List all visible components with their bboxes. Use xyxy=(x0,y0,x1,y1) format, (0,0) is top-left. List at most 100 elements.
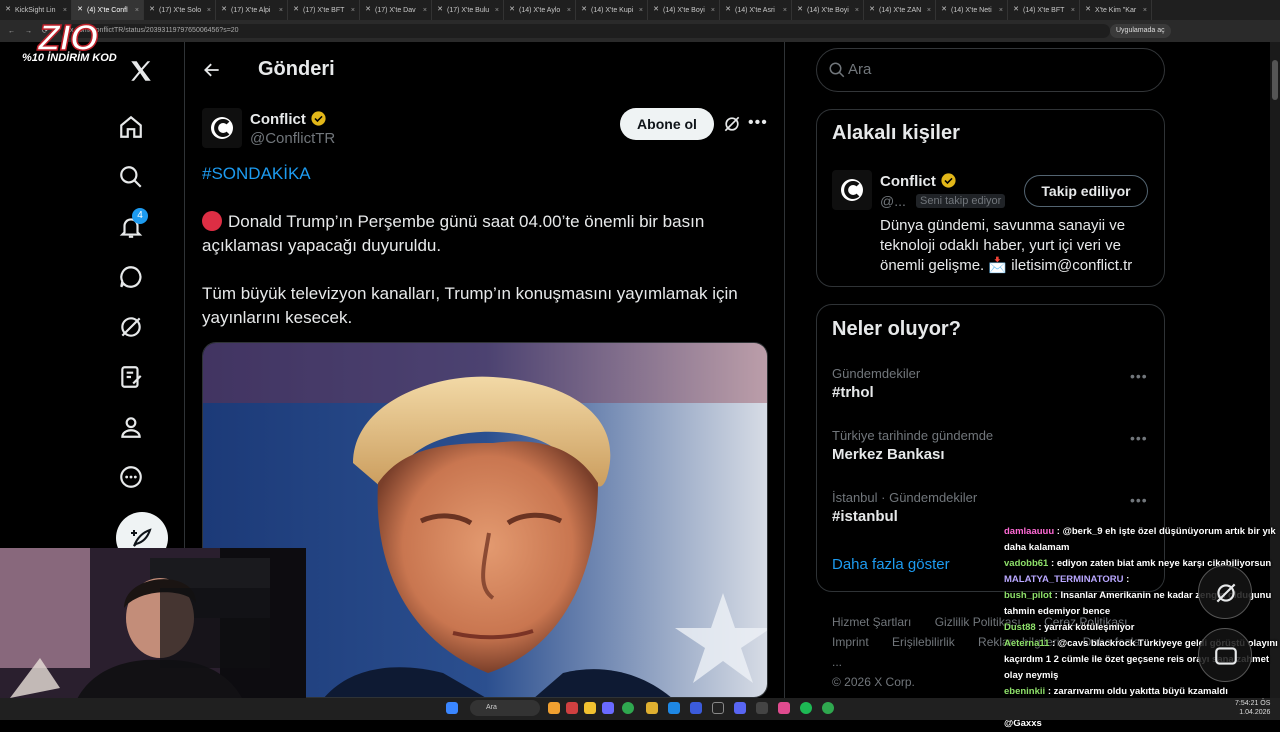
close-tab-icon[interactable]: × xyxy=(495,7,499,14)
close-tab-icon[interactable]: × xyxy=(855,7,859,14)
browser-tab[interactable]: ✕ (14) X'te Kupi × xyxy=(576,0,648,20)
taskbar-search[interactable]: Ara xyxy=(470,700,540,716)
taskbar-app-icon[interactable] xyxy=(584,702,596,714)
folder-icon[interactable] xyxy=(646,702,658,714)
trend-item[interactable]: Türkiye tarihinde gündemde Merkez Bankas… xyxy=(832,428,993,463)
taskbar-app-icon[interactable] xyxy=(756,702,768,714)
messages-icon[interactable] xyxy=(118,264,144,290)
more-circle-icon[interactable] xyxy=(118,464,144,490)
close-tab-icon[interactable]: × xyxy=(351,7,355,14)
trend-name[interactable]: #trhol xyxy=(832,384,920,401)
browser-tab[interactable]: ✕ (14) X'te Boyi × xyxy=(792,0,864,20)
taskbar-app-icon[interactable] xyxy=(712,702,724,714)
lists-icon[interactable] xyxy=(118,364,144,390)
chrome-icon[interactable] xyxy=(622,702,634,714)
trend-item[interactable]: İstanbul · Gündemdekiler #istanbul xyxy=(832,490,977,525)
close-tab-icon[interactable]: × xyxy=(423,7,427,14)
close-tab-icon[interactable]: × xyxy=(207,7,211,14)
taskbar-app-icon[interactable] xyxy=(778,702,790,714)
browser-tab[interactable]: ✕ (14) X'te ZAN × xyxy=(864,0,936,20)
x-favicon-icon: ✕ xyxy=(77,6,83,13)
discord-icon[interactable] xyxy=(734,702,746,714)
trend-name[interactable]: #istanbul xyxy=(832,508,977,525)
trend-item[interactable]: Gündemdekiler #trhol xyxy=(832,366,920,401)
author-name[interactable]: Conflict xyxy=(250,110,327,128)
trend-more-icon[interactable]: ••• xyxy=(1130,430,1148,446)
related-avatar[interactable] xyxy=(832,170,872,210)
back-arrow-icon[interactable] xyxy=(202,60,222,80)
close-tab-icon[interactable]: × xyxy=(711,7,715,14)
subscribe-button[interactable]: Abone ol xyxy=(620,108,714,140)
close-tab-icon[interactable]: × xyxy=(567,7,571,14)
close-tab-icon[interactable]: × xyxy=(1071,7,1075,14)
author-name-text[interactable]: Conflict xyxy=(250,111,306,128)
footer-link[interactable]: Erişilebilirlik xyxy=(892,635,955,649)
post-paragraph-1: Donald Trump’ın Perşembe günü saat 04.00… xyxy=(202,210,762,258)
taskbar-app-icon[interactable] xyxy=(566,702,578,714)
x-logo-icon[interactable] xyxy=(128,58,154,84)
grok-icon[interactable] xyxy=(118,314,144,340)
close-tab-icon[interactable]: × xyxy=(999,7,1003,14)
spotify-icon[interactable] xyxy=(800,702,812,714)
chat-username[interactable]: ebeninkii xyxy=(1004,686,1045,697)
page-title: Gönderi xyxy=(258,58,335,80)
related-handle[interactable]: @... xyxy=(880,193,906,209)
messages-float-button[interactable] xyxy=(1198,628,1252,682)
taskbar-app-icon[interactable] xyxy=(690,702,702,714)
trend-more-icon[interactable]: ••• xyxy=(1130,368,1148,384)
show-more-link[interactable]: Daha fazla göster xyxy=(832,556,950,573)
chat-username[interactable]: vadobb61 xyxy=(1004,558,1048,569)
search-nav-icon[interactable] xyxy=(118,164,144,190)
home-icon[interactable] xyxy=(118,114,144,140)
related-name[interactable]: Conflict xyxy=(880,172,957,190)
start-icon[interactable] xyxy=(446,702,458,714)
browser-tab[interactable]: ✕ (17) X'te Solo × xyxy=(144,0,216,20)
url-field[interactable]: x.com/ConflictTR/status/2039311979765006… xyxy=(60,24,1110,38)
browser-tab[interactable]: ✕ (14) X'te Asri × xyxy=(720,0,792,20)
post-paragraph-1-text: Donald Trump’ın Perşembe günü saat 04.00… xyxy=(202,212,705,255)
trend-name[interactable]: Merkez Bankası xyxy=(832,446,993,463)
footer-link[interactable]: Hizmet Şartları xyxy=(832,615,911,629)
close-tab-icon[interactable]: × xyxy=(279,7,283,14)
post-hashtag[interactable]: #SONDAKİKA xyxy=(202,164,311,184)
chat-username[interactable]: damlaauuu xyxy=(1004,526,1054,537)
scrollbar-thumb[interactable] xyxy=(1272,60,1278,100)
open-in-app-button[interactable]: Uygulamada aç xyxy=(1110,24,1171,38)
browser-tab[interactable]: ✕ (17) X'te Bulu × xyxy=(432,0,504,20)
grok-explain-icon[interactable] xyxy=(722,114,742,134)
post-more-icon[interactable]: ••• xyxy=(748,114,768,132)
close-tab-icon[interactable]: × xyxy=(927,7,931,14)
close-tab-icon[interactable]: × xyxy=(1143,7,1147,14)
chrome-icon[interactable] xyxy=(822,702,834,714)
close-tab-icon[interactable]: × xyxy=(135,7,139,14)
taskbar-app-icon[interactable] xyxy=(668,702,680,714)
footer-link[interactable]: Imprint xyxy=(832,635,869,649)
close-tab-icon[interactable]: × xyxy=(783,7,787,14)
browser-tab[interactable]: ✕ X'te Kim "Kar × xyxy=(1080,0,1152,20)
chat-username[interactable]: MALATYA_TERMINATORU xyxy=(1004,574,1123,585)
close-tab-icon[interactable]: × xyxy=(639,7,643,14)
profile-icon[interactable] xyxy=(118,414,144,440)
browser-tab[interactable]: ✕ (14) X'te Neti × xyxy=(936,0,1008,20)
browser-tab[interactable]: ✕ (14) X'te BFT × xyxy=(1008,0,1080,20)
grok-float-button[interactable] xyxy=(1198,565,1252,619)
chat-username[interactable]: bush_pilot xyxy=(1004,590,1052,601)
browser-tab[interactable]: ✕ (17) X'te Alpi × xyxy=(216,0,288,20)
chat-separator: : xyxy=(1045,686,1054,697)
following-button[interactable]: Takip ediliyor xyxy=(1024,175,1148,207)
chat-username[interactable]: Dust88 xyxy=(1004,622,1036,633)
browser-tab[interactable]: ✕ (17) X'te BFT × xyxy=(288,0,360,20)
trend-more-icon[interactable]: ••• xyxy=(1130,492,1148,508)
grok-icon xyxy=(1216,583,1236,603)
related-name-text[interactable]: Conflict xyxy=(880,173,936,190)
back-nav-icon[interactable]: ← xyxy=(8,28,15,35)
taskbar-app-icon[interactable] xyxy=(548,702,560,714)
browser-tab[interactable]: ✕ (17) X'te Dav × xyxy=(360,0,432,20)
author-handle[interactable]: @ConflictTR xyxy=(250,130,335,147)
browser-tab[interactable]: ✕ (14) X'te Boyi × xyxy=(648,0,720,20)
author-avatar[interactable] xyxy=(202,108,242,148)
browser-tab[interactable]: ✕ (14) X'te Aylo × xyxy=(504,0,576,20)
close-tab-icon[interactable]: × xyxy=(63,7,67,14)
taskbar-app-icon[interactable] xyxy=(602,702,614,714)
chat-username[interactable]: Aeterna11 xyxy=(1004,638,1049,649)
